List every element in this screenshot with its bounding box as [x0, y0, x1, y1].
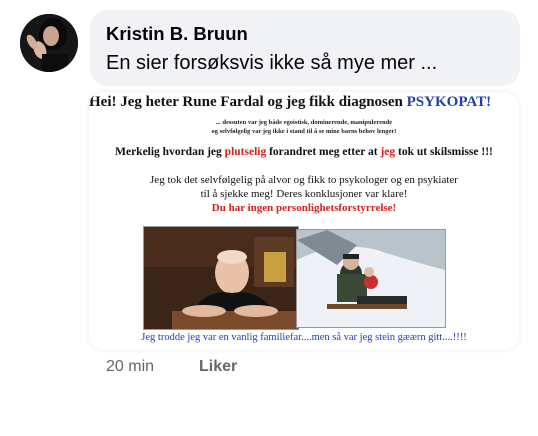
photo-sledding-in-snow: [296, 229, 446, 328]
sentence-part-2: forandret meg etter at: [269, 146, 378, 158]
sentence-red-1: plutselig: [224, 146, 267, 158]
headline-prefix: Hei! Jeg heter Rune Fardal og jeg fikk d…: [89, 94, 403, 110]
comment-author[interactable]: Kristin B. Bruun: [106, 23, 248, 45]
avatar[interactable]: [20, 14, 78, 72]
sentence-red-2: jeg: [380, 146, 396, 158]
comment-text: En sier forsøksvis ikke så mye mer ...: [106, 52, 438, 74]
shared-image[interactable]: Hei! Jeg heter Rune Fardal og jeg fikk d…: [89, 92, 519, 350]
headline-emphasis: PSYKOPAT!: [406, 94, 492, 110]
sentence-line: Merkelig hvordan jeg plutselig forandret…: [89, 146, 519, 158]
comment-timestamp[interactable]: 20 min: [106, 358, 154, 376]
like-button[interactable]: Liker: [199, 358, 237, 376]
sentence-part-3: tok ut skilsmisse !!!: [398, 146, 493, 158]
paragraph-line-1: Jeg tok det selvfølgelig på alvor og fik…: [150, 174, 458, 186]
small-text-line-2: og selvfølgelig var jeg ikke i stand til…: [211, 128, 397, 135]
image-caption: Jeg trodde jeg var en vanlig familiefar.…: [141, 332, 467, 343]
profile-photo: [20, 14, 78, 72]
paragraph-line-3: Du har ingen personlighetsforstyrrelse!: [211, 202, 397, 214]
photo-man-at-table: [143, 226, 299, 330]
image-headline: Hei! Jeg heter Rune Fardal og jeg fikk d…: [89, 94, 519, 111]
comment-bubble: Kristin B. Bruun En sier forsøksvis ikke…: [90, 10, 520, 86]
small-text-line-1: ... dessuten var jeg både egoistisk, dom…: [215, 119, 393, 126]
paragraph-line-2: til å sjekke meg! Deres konklusjoner var…: [200, 188, 408, 200]
sentence-part-1: Merkelig hvordan jeg: [115, 146, 222, 158]
